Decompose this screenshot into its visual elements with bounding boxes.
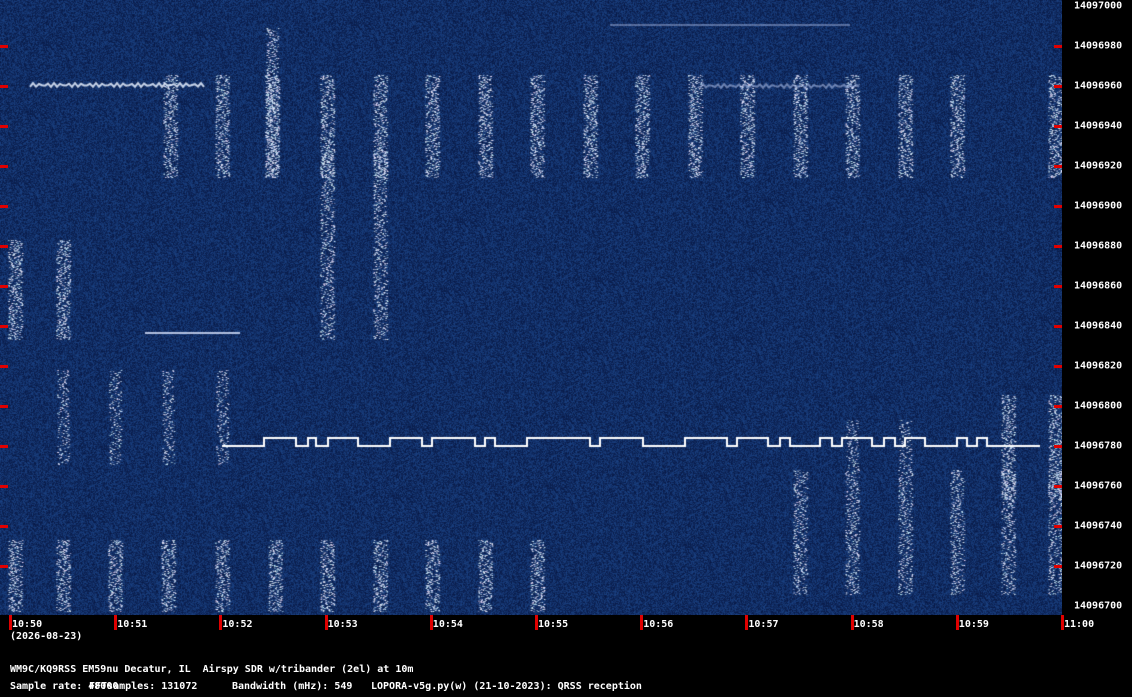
- time-label: 11:00: [1064, 619, 1095, 630]
- time-label: 10:55: [538, 619, 569, 630]
- frequency-tick: [1054, 445, 1062, 448]
- fft-samples: FFTsamples: 131072: [89, 681, 198, 692]
- frequency-tick: [0, 565, 8, 568]
- frequency-label: 14096920: [1074, 160, 1123, 172]
- frequency-label: 14096820: [1074, 360, 1123, 372]
- frequency-label: 14097000: [1074, 0, 1123, 12]
- frequency-label: 14096740: [1074, 520, 1123, 532]
- frequency-tick: [0, 45, 8, 48]
- frequency-label: 14096960: [1074, 80, 1123, 92]
- time-label: 10:56: [643, 619, 674, 630]
- frequency-tick: [1054, 165, 1062, 168]
- frequency-tick: [1054, 125, 1062, 128]
- frequency-tick: [1054, 565, 1062, 568]
- frequency-label: 14096880: [1074, 240, 1123, 252]
- time-label: 10:52: [222, 619, 253, 630]
- date-label: (2026-08-23): [10, 631, 83, 642]
- frequency-tick: [0, 165, 8, 168]
- station-info: WM9C/KQ9RSS EM59nu Decatur, IL Airspy SD…: [10, 664, 414, 675]
- frequency-tick: [0, 485, 8, 488]
- frequency-tick: [0, 125, 8, 128]
- time-axis: 10:50 10:51 10:52 10:53 10:54 10:55 10:56 10:57…: [0, 615, 1132, 645]
- frequency-tick: [0, 525, 8, 528]
- time-label: 10:50: [12, 619, 43, 630]
- time-label: 10:53: [327, 619, 358, 630]
- time-label: 10:59: [958, 619, 989, 630]
- frequency-tick: [1054, 205, 1062, 208]
- frequency-tick: [1054, 45, 1062, 48]
- frequency-tick: [1054, 325, 1062, 328]
- frequency-tick: [0, 405, 8, 408]
- frequency-tick: [0, 325, 8, 328]
- time-label: 10:54: [432, 619, 463, 630]
- bandwidth: Bandwidth (mHz): 549: [232, 681, 353, 692]
- time-label: 10:58: [853, 619, 884, 630]
- frequency-label: 14096760: [1074, 480, 1123, 492]
- frequency-tick: [0, 445, 8, 448]
- frequency-tick: [0, 245, 8, 248]
- frequency-label: 14096860: [1074, 280, 1123, 292]
- frequency-label: 14096800: [1074, 400, 1123, 412]
- frequency-label: 14096840: [1074, 320, 1123, 332]
- frequency-tick: [1054, 485, 1062, 488]
- frequency-tick: [0, 365, 8, 368]
- frequency-tick: [1054, 85, 1062, 88]
- frequency-tick: [0, 285, 8, 288]
- frequency-label: 14096900: [1074, 200, 1123, 212]
- frequency-tick: [1054, 285, 1062, 288]
- frequency-label: 14096780: [1074, 440, 1123, 452]
- time-label: 10:51: [117, 619, 148, 630]
- frequency-tick: [1054, 525, 1062, 528]
- frequency-tick: [1054, 245, 1062, 248]
- frequency-label: 14096980: [1074, 40, 1123, 52]
- time-label: 10:57: [748, 619, 779, 630]
- frequency-tick: [0, 85, 8, 88]
- frequency-label: 14096700: [1074, 600, 1123, 612]
- waterfall-display: [0, 0, 1062, 615]
- frequency-tick: [0, 205, 8, 208]
- frequency-tick: [1054, 405, 1062, 408]
- frequency-tick: [1054, 365, 1062, 368]
- frequency-label: 14096720: [1074, 560, 1123, 572]
- frequency-label: 14096940: [1074, 120, 1123, 132]
- software-info: LOPORA-v5g.py(w) (21-10-2023): QRSS rece…: [371, 681, 642, 692]
- frequency-axis: 14097000 14096980 14096960 14096940 14096920…: [1062, 0, 1132, 615]
